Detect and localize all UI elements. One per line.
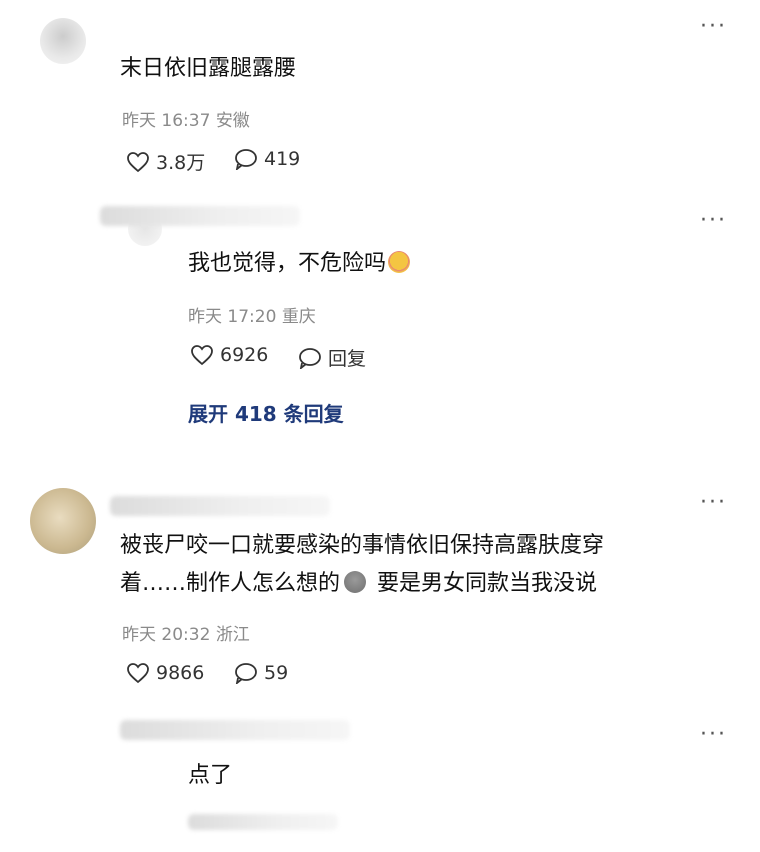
face-emoji-icon <box>344 571 367 593</box>
comment-meta: 昨天 20:32 浙江 <box>122 620 250 645</box>
username[interactable] <box>110 496 330 516</box>
crying-emoji-icon <box>388 251 411 273</box>
comment-icon <box>299 347 321 369</box>
comment-location: 浙江 <box>215 625 250 645</box>
like-button[interactable]: 3.8万 <box>126 148 205 175</box>
reply-button[interactable]: 回复 <box>298 344 366 371</box>
comment-meta: 昨天 16:37 安徽 <box>122 106 250 131</box>
like-count: 9866 <box>156 662 205 684</box>
more-icon[interactable]: ··· <box>700 16 727 38</box>
reply-count: 59 <box>264 662 289 684</box>
heart-icon <box>191 345 213 366</box>
like-button[interactable]: 6926 <box>190 344 268 366</box>
like-count: 6926 <box>220 344 269 366</box>
comment-text: 被丧尸咬一口就要感染的事情依旧保持高露肤度穿 着……制作人怎么想的 要是男女同款… <box>120 527 720 603</box>
like-button[interactable]: 9866 <box>126 662 204 684</box>
comment-location: 重庆 <box>281 307 316 327</box>
heart-icon <box>127 151 149 172</box>
comment-text: 我也觉得，不危险吗 <box>188 245 411 283</box>
heart-icon <box>127 663 149 684</box>
like-count: 3.8万 <box>156 152 206 174</box>
comment-meta <box>188 814 338 830</box>
reply-button[interactable]: 419 <box>234 148 300 170</box>
avatar[interactable] <box>40 18 86 64</box>
comment-icon <box>235 149 257 170</box>
comment-text: 点了 <box>188 763 233 788</box>
username[interactable] <box>100 206 300 226</box>
comment-text: 末日依旧露腿露腰 <box>120 56 297 81</box>
reply-button[interactable]: 59 <box>234 662 288 684</box>
comment-meta: 昨天 17:20 重庆 <box>188 302 316 327</box>
expand-replies-link[interactable]: 展开 418 条回复 <box>188 398 344 427</box>
avatar[interactable] <box>30 488 96 554</box>
comment-time: 昨天 17:20 <box>188 307 277 327</box>
comment-location: 安徽 <box>215 111 250 131</box>
reply-count: 419 <box>264 148 301 170</box>
comment-time: 昨天 20:32 <box>122 625 211 645</box>
more-icon[interactable]: ··· <box>700 210 727 232</box>
comment-time: 昨天 16:37 <box>122 111 211 131</box>
reply-label: 回复 <box>328 348 367 370</box>
comment-text-line: 被丧尸咬一口就要感染的事情依旧保持高露肤度穿 <box>120 533 605 558</box>
more-icon[interactable]: ··· <box>700 492 727 514</box>
username[interactable] <box>120 720 350 740</box>
comment-icon <box>235 663 257 684</box>
more-icon[interactable]: ··· <box>700 724 727 746</box>
comment-text-line: 着……制作人怎么想的 要是男女同款当我没说 <box>120 571 598 596</box>
